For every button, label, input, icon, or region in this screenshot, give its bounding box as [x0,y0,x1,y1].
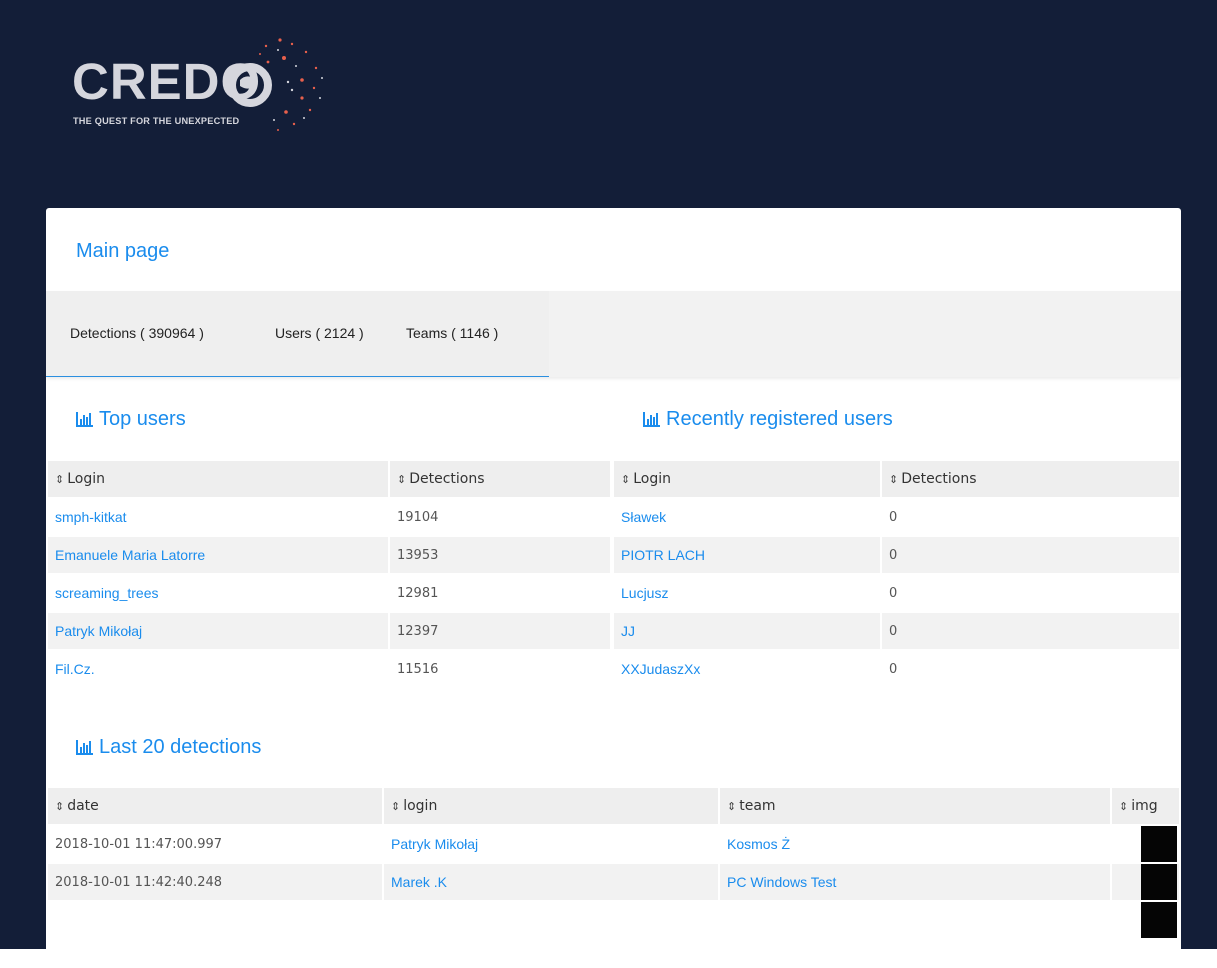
table-row [48,902,1179,938]
table-row: smph-kitkat 19104 [48,499,610,535]
recent-users-title: Recently registered users [643,408,893,431]
column-header-team[interactable]: ⇕ team [720,788,1110,824]
top-users-table: ⇕ Login ⇕ Detections smph-kitkat 19104 Ema… [46,459,612,689]
detection-thumbnail[interactable] [1141,826,1177,862]
table-row: Fil.Cz. 11516 [48,651,610,687]
top-users-title: Top users [76,408,186,431]
detections-count: 0 [889,623,898,639]
column-header-login[interactable]: ⇕ Login [48,461,388,497]
table-row: PIOTR LACH 0 [614,537,1179,573]
sort-icon: ⇕ [889,473,899,486]
detections-count: 12397 [397,623,439,639]
detections-count: 0 [889,661,898,677]
table-row: JJ 0 [614,613,1179,649]
bar-chart-icon [643,412,660,427]
recent-users-table: ⇕ Login ⇕ Detections Sławek 0 PIOTR LACH 0… [612,459,1181,689]
page-title[interactable]: Main page [76,240,169,263]
detections-count: 0 [889,509,898,525]
tab-detections[interactable]: Detections ( 390964 ) [70,325,204,341]
last-detections-table: ⇕ date ⇕ login ⇕ team ⇕ img 2018-10-01 11:47… [46,786,1181,940]
detection-thumbnail[interactable] [1141,864,1177,900]
table-row: 2018-10-01 11:42:40.248 Marek .K PC Wind… [48,864,1179,900]
table-row: Emanuele Maria Latorre 13953 [48,537,610,573]
detections-count: 12981 [397,585,439,601]
column-header-img[interactable]: ⇕ img [1112,788,1179,824]
table-row: 2018-10-01 11:47:00.997 Patryk Mikołaj K… [48,826,1179,862]
tab-users[interactable]: Users ( 2124 ) [275,325,364,341]
detection-date: 2018-10-01 11:42:40.248 [55,874,223,890]
main-card: Main page Detections ( 390964 ) Users ( … [46,208,1181,968]
column-header-date[interactable]: ⇕ date [48,788,382,824]
detection-thumbnail[interactable] [1141,902,1177,938]
sort-icon: ⇕ [391,800,401,813]
user-link[interactable]: Patryk Mikołaj [55,623,142,639]
recent-users-title-text: Recently registered users [666,408,893,430]
sort-icon: ⇕ [621,473,631,486]
column-header-login[interactable]: ⇕ login [384,788,718,824]
bar-chart-icon [76,412,93,427]
user-link[interactable]: Emanuele Maria Latorre [55,547,205,563]
table-row: Patryk Mikołaj 12397 [48,613,610,649]
user-link[interactable]: XXJudaszXx [621,661,700,677]
user-link[interactable]: Sławek [621,509,666,525]
logo-tagline: THE QUEST FOR THE UNEXPECTED [73,116,240,126]
sort-icon: ⇕ [397,473,407,486]
table-row: Lucjusz 0 [614,575,1179,611]
detections-count: 19104 [397,509,439,525]
team-link[interactable]: Kosmos Ż [727,836,790,852]
column-header-detections[interactable]: ⇕ Detections [390,461,610,497]
table-row: Sławek 0 [614,499,1179,535]
team-link[interactable]: PC Windows Test [727,874,836,890]
detections-count: 0 [889,585,898,601]
sort-icon: ⇕ [727,800,737,813]
user-link[interactable]: Lucjusz [621,585,668,601]
sort-icon: ⇕ [1119,800,1129,813]
logo-wordmark: CREDO [72,53,262,110]
detection-date: 2018-10-01 11:47:00.997 [55,836,223,852]
user-link[interactable]: Patryk Mikołaj [391,836,478,852]
credo-logo[interactable]: CREDO THE QUEST FOR THE UNEXPECTED [72,32,332,142]
bar-chart-icon [76,740,93,755]
column-header-login[interactable]: ⇕ Login [614,461,880,497]
sort-icon: ⇕ [55,473,65,486]
user-link[interactable]: smph-kitkat [55,509,127,525]
table-row: screaming_trees 12981 [48,575,610,611]
last-detections-title-text: Last 20 detections [99,736,262,758]
user-link[interactable]: screaming_trees [55,585,159,601]
user-link[interactable]: JJ [621,623,635,639]
detections-count: 0 [889,547,898,563]
sort-icon: ⇕ [55,800,65,813]
table-row: XXJudaszXx 0 [614,651,1179,687]
tab-teams[interactable]: Teams ( 1146 ) [406,325,498,341]
detections-count: 13953 [397,547,439,563]
detections-count: 11516 [397,661,439,677]
last-detections-title: Last 20 detections [76,736,261,759]
user-link[interactable]: PIOTR LACH [621,547,705,563]
column-header-detections[interactable]: ⇕ Detections [882,461,1179,497]
tab-bar: Detections ( 390964 ) Users ( 2124 ) Tea… [46,291,1181,377]
user-link[interactable]: Marek .K [391,874,447,890]
top-users-title-text: Top users [99,408,186,430]
user-link[interactable]: Fil.Cz. [55,661,95,677]
